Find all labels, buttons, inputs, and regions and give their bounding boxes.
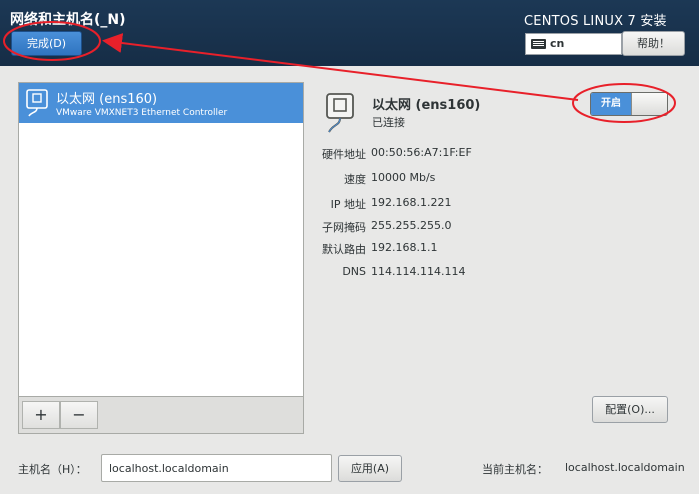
current-hostname-label: 当前主机名： — [482, 463, 548, 476]
device-power-toggle[interactable]: 开启 — [590, 92, 668, 116]
hostname-input[interactable] — [101, 454, 332, 482]
done-button[interactable]: 完成(D) — [11, 31, 82, 56]
hardware-address-value: 00:50:56:A7:1F:EF — [371, 146, 472, 159]
keyboard-layout-indicator[interactable]: cn — [525, 33, 622, 55]
device-list: 以太网 (ens160) VMware VMXNET3 Ethernet Con… — [18, 82, 304, 397]
add-device-button[interactable]: + — [22, 401, 60, 429]
detail-device-name: 以太网 (ens160) — [372, 98, 481, 113]
toggle-knob — [631, 93, 667, 115]
network-card-icon — [323, 92, 363, 137]
default-route-value: 192.168.1.1 — [371, 241, 438, 254]
current-hostname-value: localhost.localdomain — [565, 461, 685, 474]
device-list-toolbar: + − — [18, 397, 304, 434]
hostname-label: 主机名（H）： — [18, 463, 87, 476]
speed-label: 速度 — [344, 173, 366, 186]
remove-device-button[interactable]: − — [60, 401, 98, 429]
configure-button[interactable]: 配置(O)... — [592, 396, 668, 423]
ip-address-value: 192.168.1.221 — [371, 196, 452, 209]
apply-hostname-button[interactable]: 应用(A) — [338, 455, 402, 482]
dns-label: DNS — [342, 265, 366, 278]
product-title: CENTOS LINUX 7 安装 — [524, 14, 667, 29]
dns-value: 114.114.114.114 — [371, 265, 466, 278]
toggle-on-label: 开启 — [591, 93, 631, 115]
subnet-mask-value: 255.255.255.0 — [371, 219, 452, 232]
header-bar: 网络和主机名(_N) 完成(D) CENTOS LINUX 7 安装 cn 帮助… — [0, 0, 699, 66]
page-title: 网络和主机名(_N) — [10, 12, 126, 28]
device-name: 以太网 (ens160) — [56, 92, 158, 107]
ip-address-label: IP 地址 — [330, 198, 366, 211]
default-route-label: 默认路由 — [322, 243, 366, 256]
keyboard-icon — [531, 39, 546, 49]
subnet-mask-label: 子网掩码 — [322, 221, 366, 234]
keyboard-layout-label: cn — [550, 37, 565, 50]
speed-value: 10000 Mb/s — [371, 171, 436, 184]
help-button[interactable]: 帮助！ — [622, 31, 685, 56]
hardware-address-label: 硬件地址 — [322, 148, 366, 161]
device-description: VMware VMXNET3 Ethernet Controller — [56, 108, 228, 118]
connection-status: 已连接 — [372, 116, 405, 129]
device-list-item-ens160[interactable]: 以太网 (ens160) VMware VMXNET3 Ethernet Con… — [19, 83, 303, 123]
network-card-icon — [25, 88, 51, 121]
